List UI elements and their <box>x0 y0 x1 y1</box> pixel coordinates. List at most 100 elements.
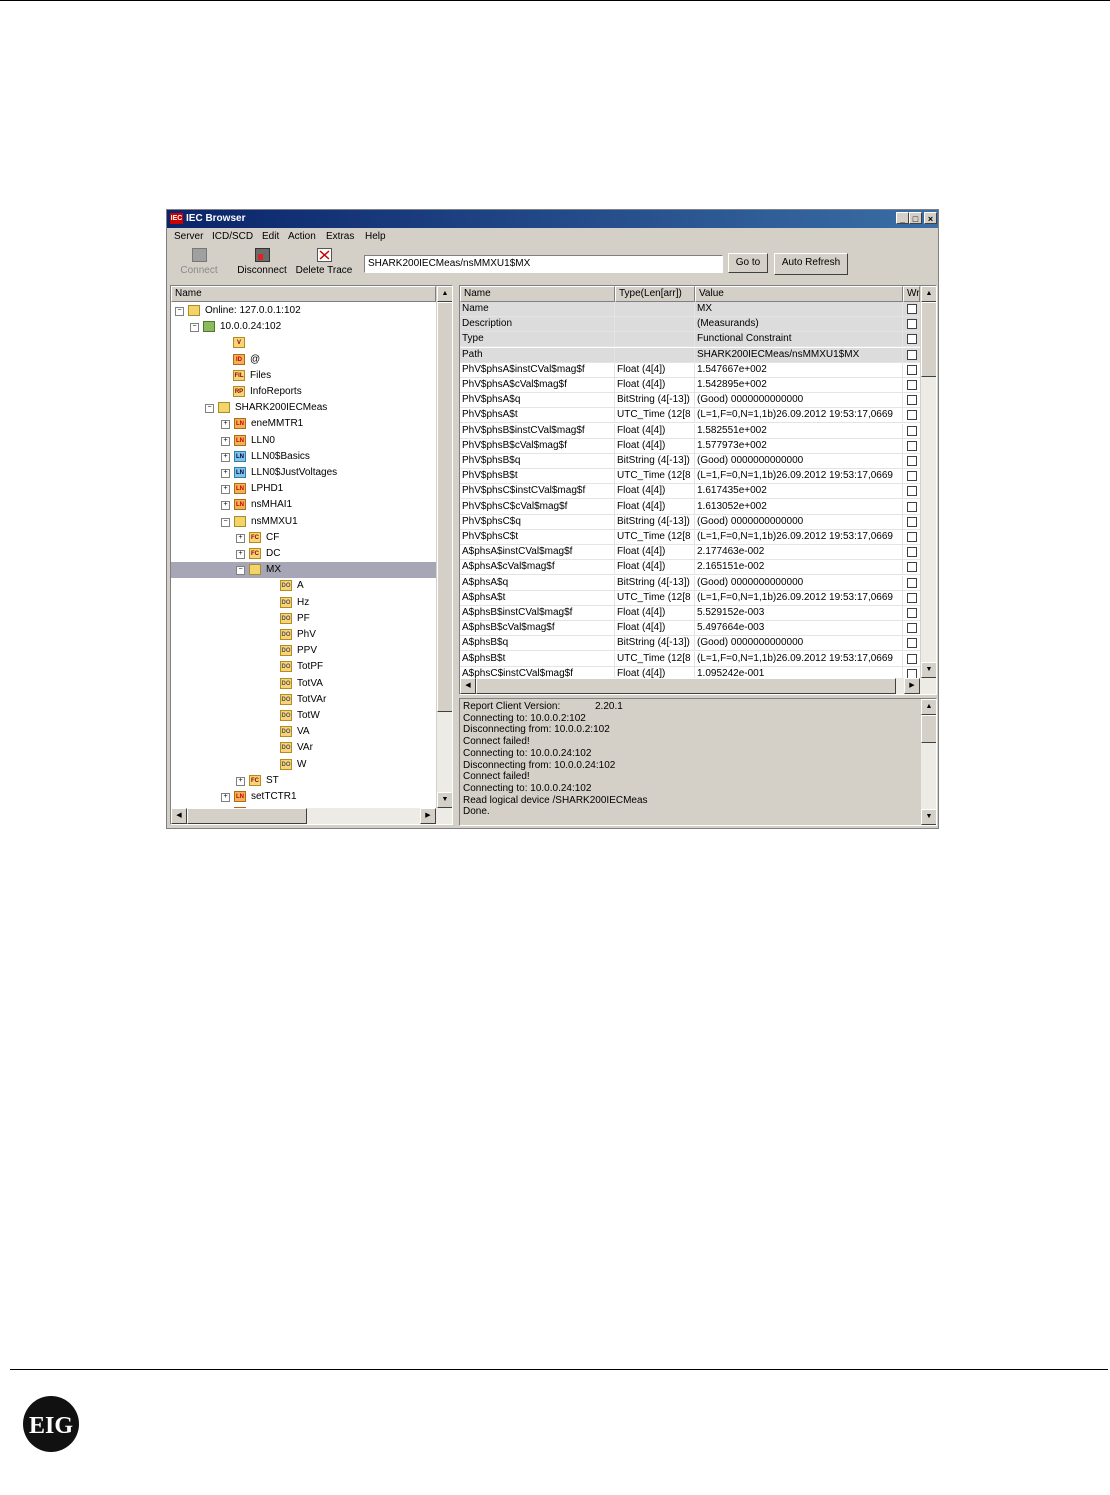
tree-node[interactable]: DO W <box>171 757 436 773</box>
grid-row[interactable]: A$phsA$cVal$mag$f Float (4[4]) 2.165151e-0… <box>460 560 920 576</box>
write-checkbox[interactable] <box>907 486 917 497</box>
scroll-thumb-horizontal[interactable] <box>187 808 307 824</box>
grid-header-name[interactable]: Name <box>460 286 615 302</box>
grid-row[interactable]: A$phsA$instCVal$mag$f Float (4[4]) 2.17746… <box>460 545 920 561</box>
write-checkbox[interactable] <box>907 425 917 436</box>
menu-action[interactable]: Action <box>288 231 316 242</box>
scroll-down-icon[interactable]: ▼ <box>921 662 936 678</box>
write-checkbox[interactable] <box>907 334 917 345</box>
scroll-right-icon[interactable]: ▶ <box>904 678 920 694</box>
write-checkbox[interactable] <box>907 456 917 466</box>
tree-node[interactable]: DO VAr <box>171 740 436 756</box>
collapse-icon[interactable]: − <box>175 307 184 316</box>
tree-vertical-scrollbar[interactable]: ▲ ▼ <box>436 286 452 808</box>
grid-row[interactable]: A$phsB$q BitString (4[-13]) (Good) 0000000… <box>460 636 920 652</box>
scroll-up-icon[interactable]: ▲ <box>437 286 452 302</box>
write-checkbox[interactable] <box>907 547 917 558</box>
collapse-icon[interactable]: − <box>190 323 199 333</box>
grid-row[interactable]: PhV$phsA$instCVal$mag$f Float (4[4]) 1.547… <box>460 362 920 378</box>
scroll-right-icon[interactable]: ▶ <box>420 808 436 824</box>
grid-row[interactable]: PhV$phsB$t UTC_Time (12[8 (L=1,F=0,N=1,1b)… <box>460 469 920 485</box>
tree-node[interactable]: + FC CF <box>171 530 436 546</box>
menu-icd-scd[interactable]: ICD/SCD <box>212 231 253 242</box>
write-checkbox[interactable] <box>907 471 917 482</box>
collapse-icon[interactable]: − <box>205 404 214 414</box>
maximize-button[interactable]: □ <box>909 212 922 224</box>
write-checkbox[interactable] <box>907 395 917 406</box>
expand-icon[interactable]: + <box>221 501 230 511</box>
write-checkbox[interactable] <box>907 638 917 649</box>
tree-node[interactable]: − MX <box>171 562 436 579</box>
address-input[interactable]: SHARK200IECMeas/nsMMXU1$MX <box>364 255 723 273</box>
grid-row[interactable]: Type Functional Constraint <box>460 332 920 348</box>
scroll-thumb-horizontal[interactable] <box>476 678 896 694</box>
scroll-down-icon[interactable]: ▼ <box>437 792 452 808</box>
write-checkbox[interactable] <box>907 653 917 664</box>
tree-node[interactable]: − SHARK200IECMeas <box>171 400 436 416</box>
close-button[interactable]: × <box>924 212 937 224</box>
minimize-button[interactable]: _ <box>896 212 909 224</box>
grid-row[interactable]: PhV$phsA$t UTC_Time (12[8 (L=1,F=0,N=1,1b)… <box>460 408 920 424</box>
auto-refresh-button[interactable]: Auto Refresh <box>774 253 848 275</box>
grid-row[interactable]: PhV$phsC$instCVal$mag$f Float (4[4]) 1.617… <box>460 484 920 500</box>
grid-row[interactable]: PhV$phsB$cVal$mag$f Float (4[4]) 1.577973e… <box>460 438 920 454</box>
tree-node[interactable]: DO TotW <box>171 708 436 724</box>
grid-row[interactable]: PhV$phsB$q BitString (4[-13]) (Good) 00000… <box>460 454 920 469</box>
grid-row[interactable]: A$phsB$t UTC_Time (12[8 (L=1,F=0,N=1,1b)26… <box>460 651 920 667</box>
tree-node[interactable]: DO TotVA <box>171 676 436 692</box>
menu-extras[interactable]: Extras <box>326 231 354 242</box>
tree-node[interactable]: + LN eneMMTR1 <box>171 416 436 432</box>
tree-node[interactable]: DO TotPF <box>171 659 436 675</box>
tree-node[interactable]: + FC ST <box>171 773 436 789</box>
tree-node[interactable]: DO Hz <box>171 595 436 611</box>
connect-button[interactable]: Connect <box>179 248 219 284</box>
scroll-left-icon[interactable]: ◀ <box>171 808 187 824</box>
grid-header-type[interactable]: Type(Len[arr]) <box>615 286 695 302</box>
scroll-left-icon[interactable]: ◀ <box>460 678 476 694</box>
grid-header-write[interactable]: Wri <box>903 286 920 302</box>
tree-node[interactable]: ID @ <box>171 352 436 368</box>
tree-node[interactable]: + LN LPHD1 <box>171 481 436 497</box>
expand-icon[interactable]: + <box>221 436 230 446</box>
grid-header-value[interactable]: Value <box>695 286 903 302</box>
tree-node[interactable]: − Online: 127.0.0.1:102 <box>171 303 436 319</box>
tree-header[interactable]: Name <box>171 286 436 302</box>
expand-icon[interactable]: + <box>236 776 245 786</box>
grid-row[interactable]: A$phsB$instCVal$mag$f Float (4[4]) 5.52915… <box>460 606 920 621</box>
grid-row[interactable]: A$phsA$q BitString (4[-13]) (Good) 0000000… <box>460 575 920 591</box>
grid-row[interactable]: Path SHARK200IECMeas/nsMMXU1$MX <box>460 347 920 363</box>
write-checkbox[interactable] <box>907 516 917 527</box>
tree-node[interactable]: DO TotVAr <box>171 692 436 708</box>
write-checkbox[interactable] <box>907 304 917 314</box>
expand-icon[interactable]: + <box>221 793 230 802</box>
write-checkbox[interactable] <box>907 349 917 360</box>
tree-node[interactable]: DO PF <box>171 611 436 627</box>
write-checkbox[interactable] <box>907 623 917 634</box>
tree-node[interactable]: + LN LLN0 <box>171 433 436 449</box>
write-checkbox[interactable] <box>907 608 917 618</box>
expand-icon[interactable]: + <box>221 420 230 430</box>
grid-row[interactable]: PhV$phsC$cVal$mag$f Float (4[4]) 1.613052e… <box>460 499 920 515</box>
grid-row[interactable]: Name MX <box>460 302 920 317</box>
expand-icon[interactable]: + <box>236 550 245 559</box>
tree-node[interactable]: + LN LLN0$Basics <box>171 449 436 465</box>
scroll-up-icon[interactable]: ▲ <box>921 286 936 302</box>
log-vertical-scrollbar[interactable]: ▲ ▼ <box>920 699 936 825</box>
scroll-up-icon[interactable]: ▲ <box>921 699 936 715</box>
tree-horizontal-scrollbar[interactable]: ◀ ▶ <box>171 808 452 824</box>
collapse-icon[interactable]: − <box>221 517 230 527</box>
tree-node[interactable]: V <box>171 335 436 351</box>
grid-row[interactable]: PhV$phsC$q BitString (4[-13]) (Good) 00000… <box>460 514 920 530</box>
delete-trace-button[interactable]: Delete Trace <box>295 248 353 284</box>
expand-icon[interactable]: + <box>221 452 230 462</box>
expand-icon[interactable]: + <box>221 485 230 495</box>
grid-row[interactable]: PhV$phsA$cVal$mag$f Float (4[4]) 1.542895e… <box>460 378 920 393</box>
tree-node[interactable]: FIL Files <box>171 368 436 384</box>
scroll-down-icon[interactable]: ▼ <box>921 809 936 825</box>
write-checkbox[interactable] <box>907 532 917 542</box>
expand-icon[interactable]: + <box>221 469 230 478</box>
write-checkbox[interactable] <box>907 410 917 421</box>
scroll-thumb[interactable] <box>921 715 936 743</box>
grid-row[interactable]: Description (Measurands) <box>460 317 920 333</box>
write-checkbox[interactable] <box>907 501 917 512</box>
